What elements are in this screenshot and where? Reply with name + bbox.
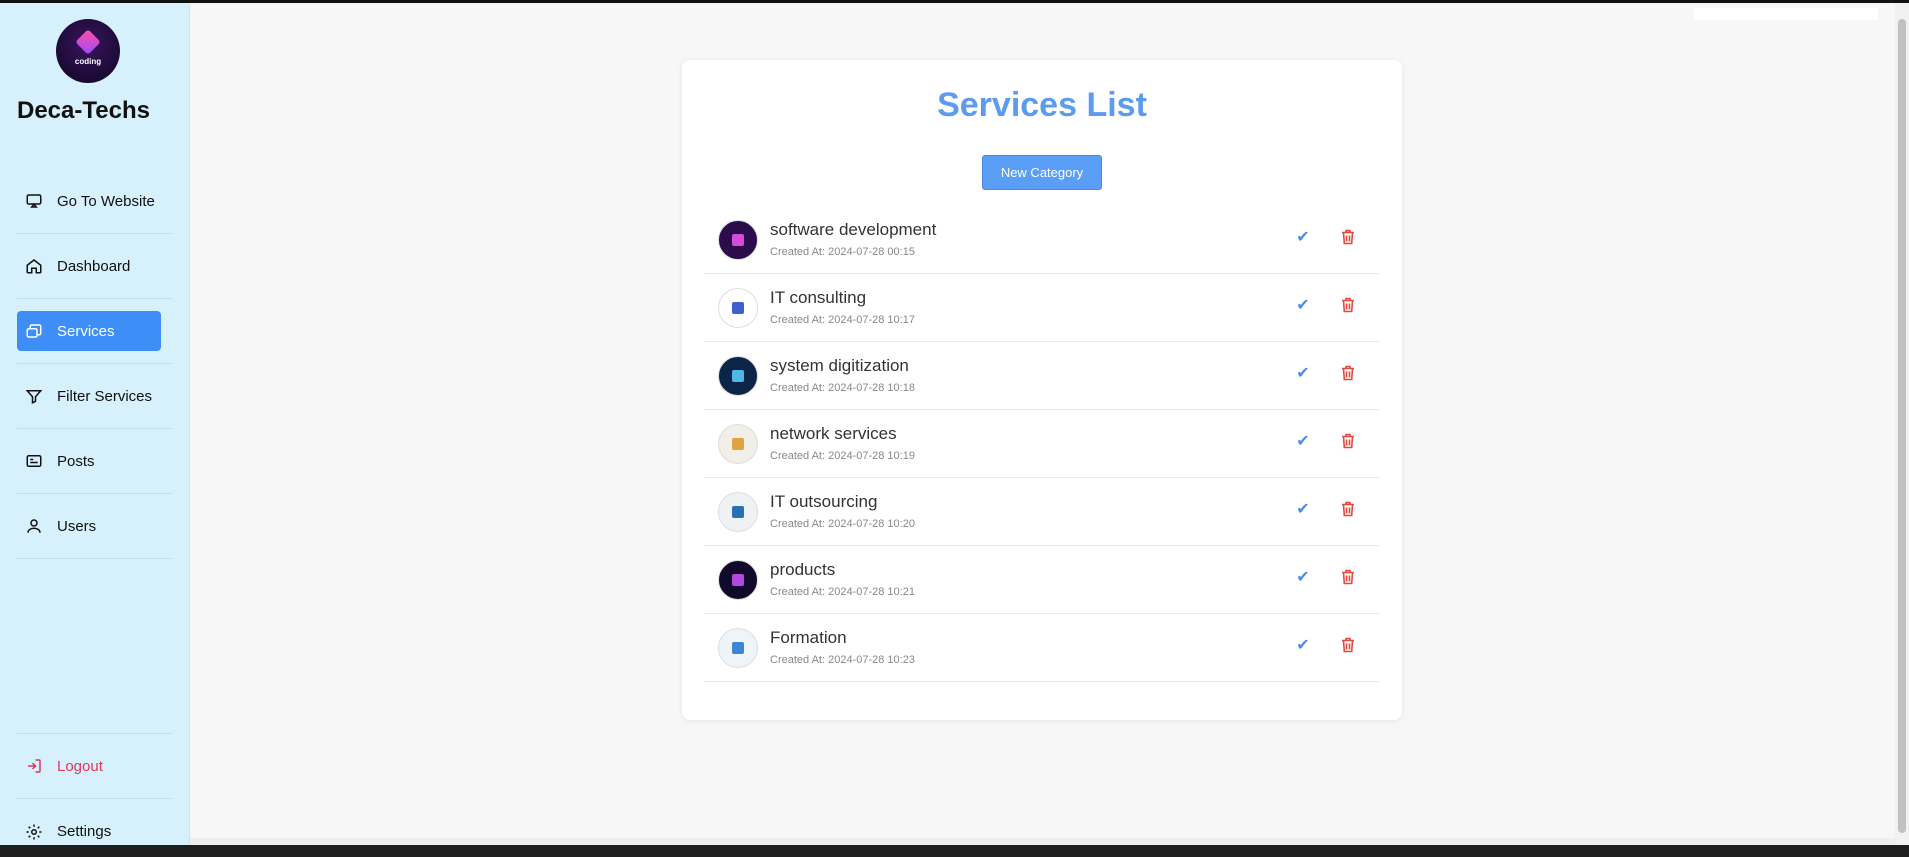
service-logo-mark <box>732 573 744 586</box>
trash-icon[interactable] <box>1339 363 1357 383</box>
service-avatar <box>718 219 758 260</box>
trash-icon[interactable] <box>1339 567 1357 587</box>
service-name: IT outsourcing <box>770 492 878 511</box>
service-created-at: Created At: 2024-07-28 10:17 <box>770 314 915 326</box>
scrollbar-thumb[interactable] <box>1898 19 1906 833</box>
monitor-icon <box>25 192 43 210</box>
services-list: software development Created At: 2024-07… <box>704 206 1380 682</box>
services-icon <box>25 322 43 340</box>
service-avatar <box>718 491 758 532</box>
sidebar: coding Deca-Techs Go To Website Dashboar… <box>0 3 190 845</box>
sidebar-item-label: Users <box>57 517 97 535</box>
logout-button[interactable]: Logout <box>17 734 173 799</box>
sidebar-nav: Go To Website Dashboard Services Filter … <box>17 169 173 559</box>
sidebar-item-dashboard[interactable]: Dashboard <box>17 234 173 299</box>
service-name: software development <box>770 220 937 239</box>
sidebar-item-label: Go To Website <box>57 192 155 210</box>
service-logo-mark <box>732 233 744 246</box>
vertical-scrollbar[interactable] <box>1895 3 1909 845</box>
list-item: network services Created At: 2024-07-28 … <box>704 410 1380 478</box>
list-item: products Created At: 2024-07-28 10:21 ✔ <box>704 546 1380 614</box>
edit-check-icon[interactable]: ✔ <box>1294 500 1312 518</box>
service-avatar <box>718 287 758 328</box>
list-item: IT consulting Created At: 2024-07-28 10:… <box>704 274 1380 342</box>
horizontal-scrollbar[interactable] <box>190 838 1895 845</box>
service-created-at: Created At: 2024-07-28 10:19 <box>770 450 915 462</box>
posts-icon <box>25 452 43 470</box>
list-item: software development Created At: 2024-07… <box>704 206 1380 274</box>
user-icon <box>25 517 43 535</box>
sidebar-bottom-nav: Logout Settings <box>17 733 173 857</box>
code-logo-icon <box>75 28 101 55</box>
brand-logo[interactable]: coding <box>56 19 120 83</box>
edit-check-icon[interactable]: ✔ <box>1294 432 1312 450</box>
settings-label: Settings <box>57 823 112 840</box>
list-item: Formation Created At: 2024-07-28 10:23 ✔ <box>704 614 1380 682</box>
sidebar-item-label: Posts <box>57 452 95 470</box>
window-top-border <box>0 0 1909 3</box>
sidebar-item-label: Filter Services <box>57 387 153 405</box>
logo-text: coding <box>74 56 102 66</box>
sidebar-item-label: Dashboard <box>57 257 131 275</box>
edit-check-icon[interactable]: ✔ <box>1294 228 1312 246</box>
filter-icon <box>25 387 43 405</box>
logout-label: Logout <box>57 757 103 775</box>
service-created-at: Created At: 2024-07-28 00:15 <box>770 246 915 258</box>
gear-icon <box>25 823 43 841</box>
trash-icon[interactable] <box>1339 227 1357 247</box>
service-avatar <box>718 355 758 396</box>
trash-icon[interactable] <box>1339 295 1357 315</box>
service-name: IT consulting <box>770 288 867 307</box>
sidebar-item-label: Services <box>57 322 115 340</box>
service-name: products <box>770 560 836 579</box>
service-avatar <box>718 423 758 464</box>
service-created-at: Created At: 2024-07-28 10:20 <box>770 518 915 530</box>
service-name: network services <box>770 424 897 443</box>
list-item: system digitization Created At: 2024-07-… <box>704 342 1380 410</box>
home-icon <box>25 257 43 275</box>
sidebar-item-users[interactable]: Users <box>17 494 173 559</box>
taskbar <box>0 845 1909 857</box>
sidebar-item-filter-services[interactable]: Filter Services <box>17 364 173 429</box>
service-created-at: Created At: 2024-07-28 10:23 <box>770 654 915 666</box>
list-item: IT outsourcing Created At: 2024-07-28 10… <box>704 478 1380 546</box>
services-card: Services List New Category software deve… <box>682 60 1402 720</box>
logout-icon <box>25 757 43 775</box>
service-created-at: Created At: 2024-07-28 10:18 <box>770 382 915 394</box>
service-avatar <box>718 627 758 668</box>
service-avatar <box>718 559 758 600</box>
service-logo-mark <box>732 505 744 518</box>
edit-check-icon[interactable]: ✔ <box>1294 296 1312 314</box>
service-logo-mark <box>732 369 744 382</box>
sidebar-item-services[interactable]: Services <box>17 299 173 364</box>
new-category-button[interactable]: New Category <box>982 155 1102 190</box>
edit-check-icon[interactable]: ✔ <box>1294 636 1312 654</box>
trash-icon[interactable] <box>1339 431 1357 451</box>
sidebar-item-posts[interactable]: Posts <box>17 429 173 494</box>
trash-icon[interactable] <box>1339 499 1357 519</box>
service-logo-mark <box>732 641 744 654</box>
service-logo-mark <box>732 437 744 450</box>
top-right-panel <box>1694 8 1878 20</box>
edit-check-icon[interactable]: ✔ <box>1294 568 1312 586</box>
service-name: Formation <box>770 628 847 647</box>
page-title: Services List <box>937 86 1147 124</box>
edit-check-icon[interactable]: ✔ <box>1294 364 1312 382</box>
service-logo-mark <box>732 301 744 314</box>
sidebar-item-go-to-website[interactable]: Go To Website <box>17 169 173 234</box>
service-name: system digitization <box>770 356 909 375</box>
service-created-at: Created At: 2024-07-28 10:21 <box>770 586 915 598</box>
trash-icon[interactable] <box>1339 635 1357 655</box>
brand-name: Deca-Techs <box>17 97 150 124</box>
